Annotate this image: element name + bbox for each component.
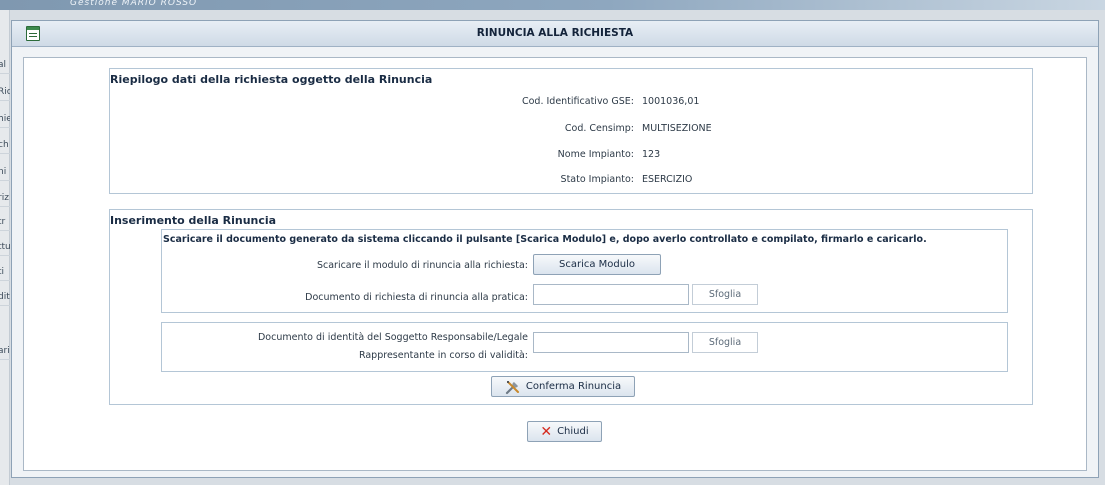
background-sidebar-item[interactable]: tr — [0, 217, 10, 231]
doc-file-input[interactable] — [533, 284, 689, 305]
background-sidebar-item[interactable]: ch — [0, 140, 10, 154]
dialog-header: RINUNCIA ALLA RICHIESTA — [12, 21, 1098, 47]
background-header: Gestione MARIO ROSSO — [0, 0, 1105, 10]
censimp-value: MULTISEZIONE — [642, 123, 712, 134]
plant-name-value: 123 — [642, 149, 661, 160]
summary-section: Riepilogo dati della richiesta oggetto d… — [109, 68, 1033, 194]
insert-section: Inserimento della Rinuncia Scaricare il … — [109, 209, 1033, 405]
download-subsection: Scaricare il documento generato da siste… — [161, 229, 1008, 313]
insert-legend: Inserimento della Rinuncia — [110, 214, 277, 227]
gse-code-value: 1001036,01 — [642, 96, 700, 107]
plant-status-value: ESERCIZIO — [642, 174, 693, 185]
identity-label-line1: Documento di identità del Soggetto Respo… — [257, 332, 528, 343]
close-icon: ✕ — [540, 423, 553, 440]
identity-browse-button[interactable]: Sfoglia — [692, 332, 758, 353]
identity-file-input[interactable] — [533, 332, 689, 353]
dialog-body: Riepilogo dati della richiesta oggetto d… — [23, 57, 1087, 471]
doc-label: Documento di richiesta di rinuncia alla … — [305, 292, 528, 303]
summary-legend: Riepilogo dati della richiesta oggetto d… — [110, 73, 433, 86]
background-header-text: Gestione MARIO ROSSO — [70, 0, 198, 8]
download-label: Scaricare il modulo di rinuncia alla ric… — [316, 260, 528, 271]
background-sidebar: al Ric hie ch ni riz tr ttu ti dit ari — [0, 10, 10, 485]
background-sidebar-item[interactable]: ttu — [0, 242, 10, 256]
background-sidebar-item[interactable]: riz — [0, 193, 10, 207]
doc-browse-button[interactable]: Sfoglia — [692, 284, 758, 305]
gse-code-label: Cod. Identificativo GSE: — [521, 96, 634, 107]
close-button[interactable]: ✕ Chiudi — [527, 421, 602, 442]
background-sidebar-item[interactable]: ti — [0, 267, 10, 281]
rinuncia-dialog: RINUNCIA ALLA RICHIESTA Riepilogo dati d… — [11, 20, 1099, 478]
censimp-label: Cod. Censimp: — [564, 123, 634, 134]
identity-subsection: Documento di identità del Soggetto Respo… — [161, 322, 1008, 372]
close-label: Chiudi — [557, 426, 589, 437]
plant-name-label: Nome Impianto: — [557, 149, 634, 160]
background-sidebar-item[interactable]: ni — [0, 167, 10, 181]
background-sidebar-item[interactable]: ari — [0, 346, 10, 360]
download-module-button[interactable]: Scarica Modulo — [533, 254, 661, 275]
background-sidebar-item[interactable]: Ric — [0, 87, 10, 101]
dialog-title: RINUNCIA ALLA RICHIESTA — [476, 27, 634, 39]
background-sidebar-item[interactable]: al — [0, 60, 10, 74]
background-sidebar-item[interactable]: hie — [0, 114, 10, 128]
confirm-rinuncia-label: Conferma Rinuncia — [525, 381, 622, 392]
identity-label-line2: Rappresentante in corso di validità: — [358, 350, 528, 361]
confirm-rinuncia-button[interactable]: Conferma Rinuncia — [491, 376, 635, 397]
plant-status-label: Stato Impianto: — [560, 174, 634, 185]
tools-icon — [505, 380, 519, 394]
background-sidebar-item[interactable]: dit — [0, 292, 10, 306]
instructions-text: Scaricare il documento generato da siste… — [163, 234, 927, 245]
